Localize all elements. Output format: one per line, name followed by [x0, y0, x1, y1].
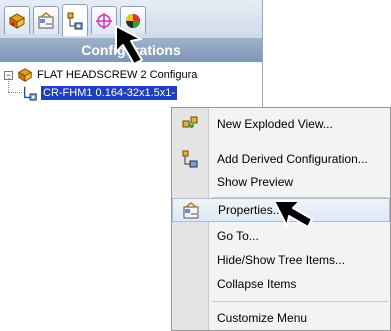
menu-item-label: Add Derived Configuration...: [217, 152, 368, 166]
menu-item-show-preview[interactable]: Show Preview: [172, 170, 390, 194]
menu-item-collapse-items[interactable]: Collapse Items: [172, 272, 390, 296]
tree-connector: [8, 78, 10, 92]
tutorial-arrow-icon: [273, 200, 313, 228]
tree-child-label: CR-FHM1 0.164-32x1.5x1-: [41, 86, 178, 100]
menu-item-add-derived-configuration[interactable]: Add Derived Configuration...: [172, 147, 390, 171]
menu-item-customize-menu[interactable]: Customize Menu: [172, 306, 390, 330]
configurationmanager-icon: [67, 12, 83, 29]
featuremanager-tree-icon: [8, 12, 26, 29]
properties-icon: [181, 202, 201, 220]
menu-item-label: New Exploded View...: [217, 117, 333, 131]
configuration-folder-icon: [17, 68, 33, 82]
tab-configurationmanager[interactable]: [62, 4, 88, 36]
tab-propertymanager[interactable]: [33, 6, 59, 34]
configuration-icon: [24, 86, 37, 101]
menu-item-label: Hide/Show Tree Items...: [217, 253, 346, 267]
menu-separator: [212, 301, 388, 302]
tree-connector: [8, 92, 22, 94]
propertymanager-icon: [38, 11, 54, 28]
menu-item-new-exploded-view[interactable]: New Exploded View...: [172, 112, 390, 136]
tab-featuremanager[interactable]: [4, 6, 30, 34]
menu-item-label: Go To...: [217, 229, 259, 243]
menu-item-label: Collapse Items: [217, 277, 297, 291]
tree-root-item[interactable]: − FLAT HEADSCREW 2 Configura: [4, 66, 197, 84]
tutorial-arrow-icon: [115, 25, 143, 65]
exploded-view-icon: [180, 115, 200, 133]
menu-item-label: Show Preview: [217, 175, 294, 189]
derived-config-icon: [180, 150, 200, 168]
tree-child-item[interactable]: CR-FHM1 0.164-32x1.5x1-: [22, 84, 178, 102]
menu-item-hide-show-tree-items[interactable]: Hide/Show Tree Items...: [172, 248, 390, 272]
menu-item-label: Customize Menu: [217, 311, 308, 325]
